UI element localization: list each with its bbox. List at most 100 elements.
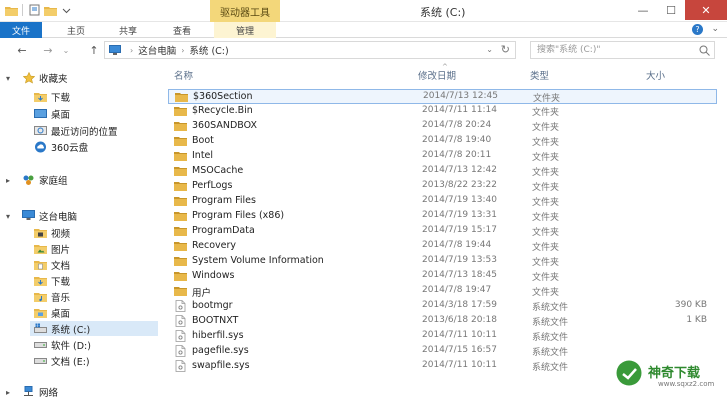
file-modified-date: 2014/7/19 13:31 <box>422 210 497 220</box>
folder-icon <box>174 137 187 146</box>
file-row[interactable]: BOOTNXT 2013/6/18 20:18 系统文件 1 KB <box>168 314 717 329</box>
file-row[interactable]: Program Files (x86) 2014/7/19 13:31 文件夹 <box>168 209 717 224</box>
expand-ribbon-icon[interactable]: ⌄ <box>711 24 719 34</box>
refresh-icon[interactable]: ↻ <box>501 43 510 56</box>
nav-favorites-downloads[interactable]: 下载 <box>34 89 70 104</box>
file-row[interactable]: Windows 2014/7/13 18:45 文件夹 <box>168 269 717 284</box>
watermark-text: 神奇下载 <box>648 366 701 381</box>
file-row[interactable]: System Volume Information 2014/7/19 13:53… <box>168 254 717 269</box>
nav-pc-videos[interactable]: 视频 <box>34 225 70 240</box>
system-file-icon <box>175 315 186 327</box>
file-name: $Recycle.Bin <box>192 105 253 116</box>
tab-view[interactable]: 查看 <box>162 22 202 38</box>
close-button[interactable]: ✕ <box>685 0 727 20</box>
address-dropdown-icon[interactable]: ⌄ <box>486 45 493 54</box>
column-header-type[interactable]: 类型 <box>530 66 640 84</box>
collapse-arrow-icon[interactable]: ▾ <box>6 212 10 221</box>
file-row[interactable]: $Recycle.Bin 2014/7/11 11:14 文件夹 <box>168 104 717 119</box>
nav-pc-documents-e[interactable]: 文档 (E:) <box>34 353 90 368</box>
customize-toolbar-icon[interactable] <box>59 3 73 17</box>
help-icon[interactable]: ? <box>692 24 703 35</box>
nav-pc-documents[interactable]: 文档 <box>34 257 70 272</box>
folder-icon <box>174 257 187 266</box>
file-modified-date: 2014/7/11 11:14 <box>422 105 497 115</box>
file-type: 文件夹 <box>532 153 560 163</box>
nav-pc-music[interactable]: 音乐 <box>34 289 70 304</box>
forward-button[interactable]: → <box>40 42 56 58</box>
file-name: swapfile.sys <box>192 360 250 371</box>
nav-favorites[interactable]: 收藏夹 <box>22 70 68 85</box>
pictures-folder-icon <box>34 243 47 255</box>
column-header-name[interactable]: 名称 <box>174 66 414 84</box>
column-header-modified[interactable]: 修改日期 <box>418 66 528 84</box>
nav-network[interactable]: 网络 <box>22 384 58 399</box>
file-row[interactable]: Boot 2014/7/8 19:40 文件夹 <box>168 134 717 149</box>
file-row[interactable]: 360SANDBOX 2014/7/8 20:24 文件夹 <box>168 119 717 134</box>
drive-icon <box>34 339 47 351</box>
recent-locations-button[interactable]: ⌄ <box>58 42 74 58</box>
file-row[interactable]: hiberfil.sys 2014/7/11 10:11 系统文件 <box>168 329 717 344</box>
minimize-button[interactable]: — <box>629 0 657 20</box>
up-button[interactable]: ↑ <box>86 42 102 58</box>
file-row[interactable]: Program Files 2014/7/19 13:40 文件夹 <box>168 194 717 209</box>
music-folder-icon <box>34 291 47 303</box>
tab-share[interactable]: 共享 <box>108 22 148 38</box>
file-row[interactable]: ProgramData 2014/7/19 15:17 文件夹 <box>168 224 717 239</box>
nav-favorites-360-cloud[interactable]: 360云盘 <box>34 139 88 154</box>
breadcrumb-separator: › <box>181 45 185 55</box>
folder-icon <box>174 182 187 191</box>
file-type: 文件夹 <box>532 258 560 268</box>
file-row[interactable]: bootmgr 2014/3/18 17:59 系统文件 390 KB <box>168 299 717 314</box>
folder-icon <box>174 167 187 176</box>
tab-manage[interactable]: 管理 <box>214 22 276 38</box>
search-input[interactable]: 搜索"系统 (C:)" <box>530 41 715 59</box>
address-bar[interactable]: › 这台电脑 › 系统 (C:) ⌄ ↻ <box>104 41 516 59</box>
collapse-arrow-icon[interactable]: ▾ <box>6 74 10 83</box>
column-header-size[interactable]: 大小 <box>646 66 706 84</box>
search-icon[interactable] <box>699 45 710 56</box>
nav-pc-downloads[interactable]: 下载 <box>34 273 70 288</box>
file-type: 系统文件 <box>532 318 569 328</box>
file-row[interactable]: Intel 2014/7/8 20:11 文件夹 <box>168 149 717 164</box>
tab-home[interactable]: 主页 <box>56 22 96 38</box>
file-name: pagefile.sys <box>192 345 249 356</box>
nav-pc-desktop[interactable]: 桌面 <box>34 305 70 320</box>
videos-folder-icon <box>34 227 47 239</box>
file-type: 文件夹 <box>532 243 560 253</box>
nav-favorites-recent[interactable]: 最近访问的位置 <box>34 123 118 138</box>
file-modified-date: 2014/7/8 20:11 <box>422 150 492 160</box>
file-name: ProgramData <box>192 225 255 236</box>
nav-this-pc[interactable]: 这台电脑 <box>22 208 77 223</box>
file-row[interactable]: PerfLogs 2013/8/22 23:22 文件夹 <box>168 179 717 194</box>
nav-pc-system-c[interactable]: 系统 (C:) <box>30 321 158 336</box>
folder-icon <box>174 107 187 116</box>
file-modified-date: 2014/7/13 12:45 <box>423 91 498 101</box>
new-folder-icon[interactable] <box>43 3 57 17</box>
expand-arrow-icon[interactable]: ▸ <box>6 176 10 185</box>
file-name: Intel <box>192 150 214 161</box>
file-row[interactable]: Recovery 2014/7/8 19:44 文件夹 <box>168 239 717 254</box>
nav-favorites-desktop[interactable]: 桌面 <box>34 106 70 121</box>
breadcrumb-this-pc[interactable]: 这台电脑 <box>138 43 176 57</box>
file-type: 文件夹 <box>533 94 561 104</box>
folder-icon <box>174 287 187 296</box>
file-modified-date: 2014/3/18 17:59 <box>422 300 497 310</box>
file-row[interactable]: 用户 2014/7/8 19:47 文件夹 <box>168 284 717 299</box>
file-modified-date: 2014/7/19 13:53 <box>422 255 497 265</box>
expand-arrow-icon[interactable]: ▸ <box>6 388 10 397</box>
file-modified-date: 2014/7/19 13:40 <box>422 195 497 205</box>
nav-pc-software-d[interactable]: 软件 (D:) <box>34 337 91 352</box>
file-list-pane: 名称 ^ 修改日期 类型 大小 $360Section 2014/7/13 12:… <box>160 63 727 400</box>
nav-homegroup[interactable]: 家庭组 <box>22 172 68 187</box>
breadcrumb-system-c[interactable]: 系统 (C:) <box>189 43 228 57</box>
back-button[interactable]: ← <box>14 42 30 58</box>
file-row[interactable]: MSOCache 2014/7/13 12:42 文件夹 <box>168 164 717 179</box>
maximize-button[interactable]: ☐ <box>657 0 685 20</box>
file-name: $360Section <box>193 91 253 102</box>
folder-icon[interactable] <box>4 3 18 17</box>
computer-icon <box>109 45 121 55</box>
properties-icon[interactable] <box>27 3 41 17</box>
nav-pc-pictures[interactable]: 图片 <box>34 241 70 256</box>
file-row[interactable]: $360Section 2014/7/13 12:45 文件夹 <box>168 89 717 104</box>
tab-file[interactable]: 文件 <box>0 22 42 38</box>
